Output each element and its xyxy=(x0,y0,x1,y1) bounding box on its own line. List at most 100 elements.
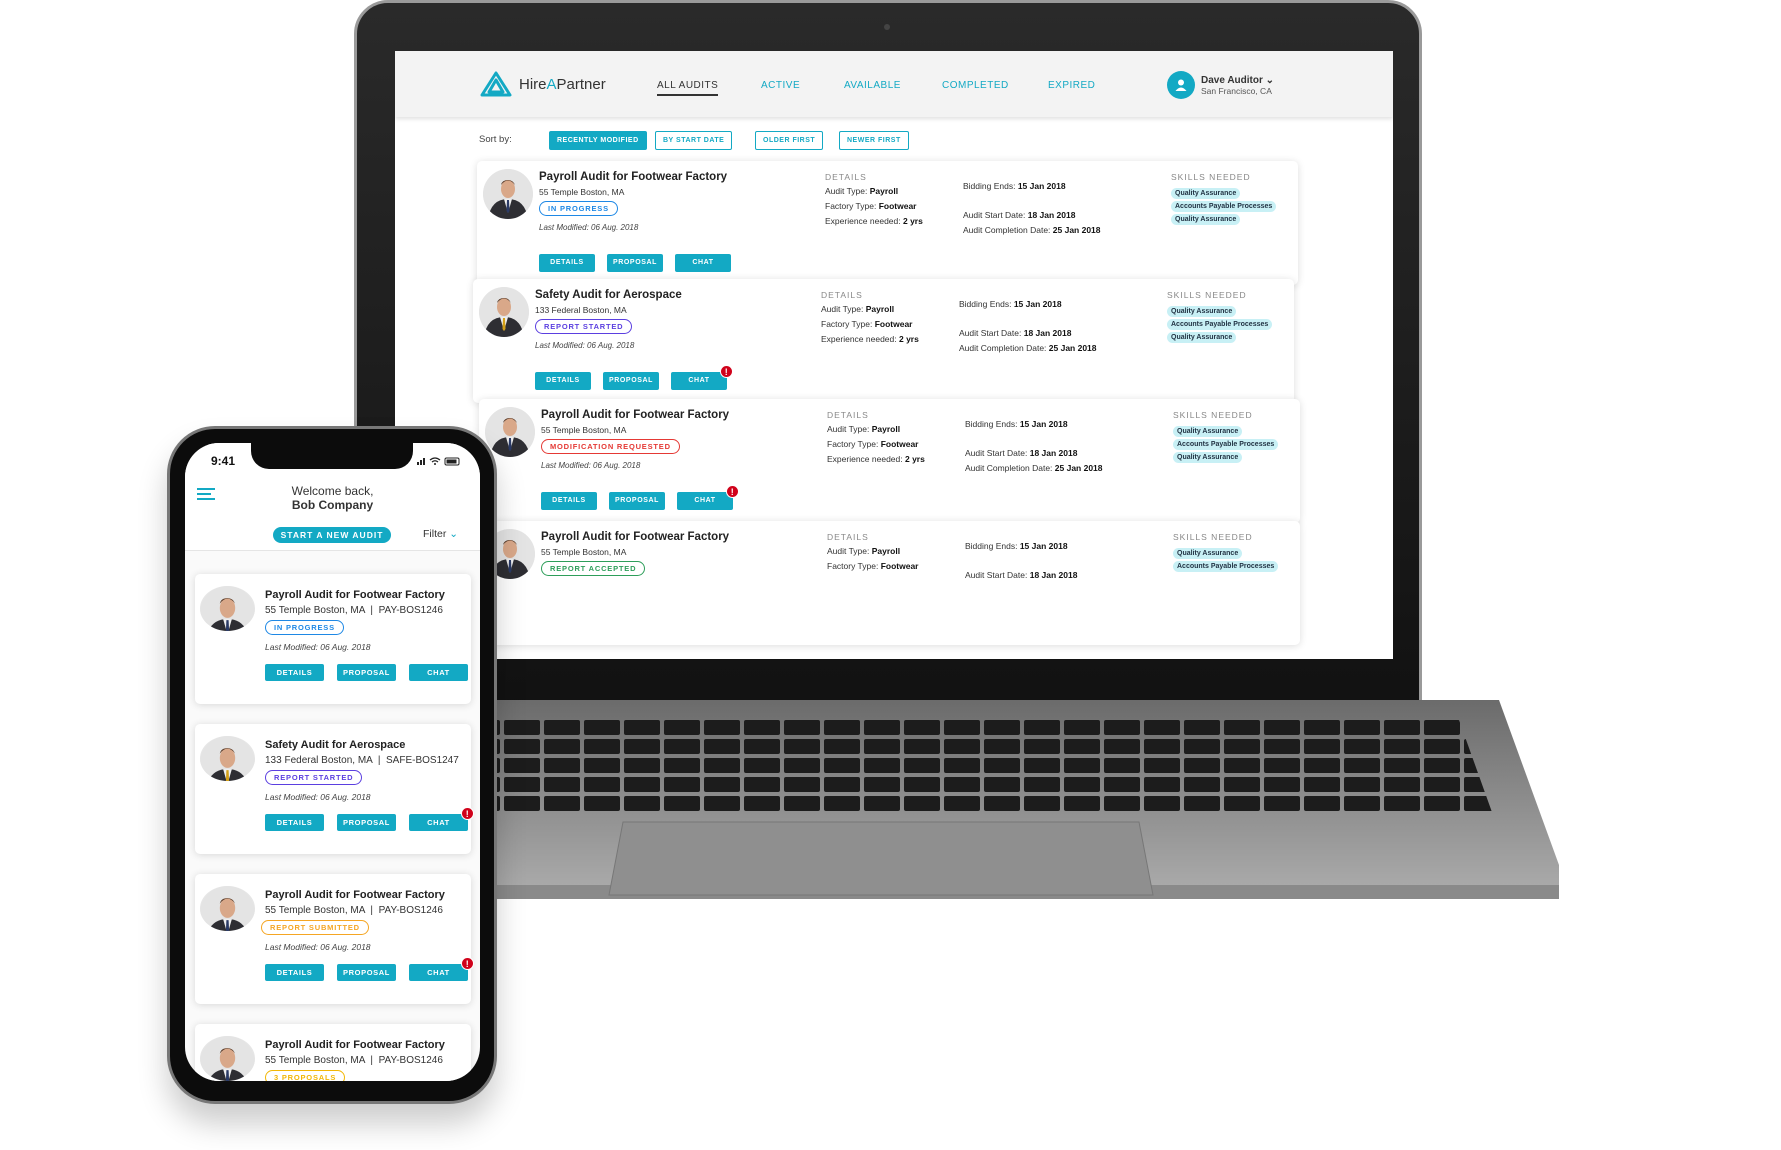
brand-logo[interactable]: HireAPartner xyxy=(479,71,606,97)
chat-button[interactable]: CHAT! xyxy=(677,485,739,510)
skill-tag: Quality Assurance xyxy=(1167,332,1237,343)
tab-active[interactable]: ACTIVE xyxy=(761,80,800,91)
start-new-audit-button[interactable]: START A NEW AUDIT xyxy=(273,527,391,543)
chat-button[interactable]: CHAT xyxy=(675,254,731,272)
chevron-down-icon: ⌄ xyxy=(449,528,459,540)
status-badge: 3 PROPOSALS xyxy=(265,1070,346,1081)
hamburger-menu-icon[interactable] xyxy=(197,488,217,501)
top-nav-bar: HireAPartner ALL AUDITS ACTIVE AVAILABLE… xyxy=(395,51,1393,117)
proposal-button[interactable]: PROPOSAL xyxy=(609,492,665,510)
details-button[interactable]: DETAILS xyxy=(539,254,595,272)
proposal-button[interactable]: PROPOSAL xyxy=(603,372,659,390)
proposal-button[interactable]: PROPOSAL xyxy=(337,964,396,981)
details-button[interactable]: DETAILS xyxy=(535,372,591,390)
detail-bidding-ends: Bidding Ends: 15 Jan 2018 xyxy=(959,299,1062,309)
tab-expired[interactable]: EXPIRED xyxy=(1048,80,1095,91)
sort-recently-modified[interactable]: RECENTLY MODIFIED xyxy=(549,131,647,150)
status-badge: REPORT ACCEPTED xyxy=(541,561,646,576)
audit-title[interactable]: Payroll Audit for Footwear Factory xyxy=(541,409,729,421)
skills-heading: SKILLS NEEDED xyxy=(1173,410,1253,420)
audit-title[interactable]: Payroll Audit for Footwear Factory xyxy=(265,889,445,901)
audit-address: 55 Temple Boston, MA | PAY-BOS1246 xyxy=(265,1055,443,1066)
laptop-screen: HireAPartner ALL AUDITS ACTIVE AVAILABLE… xyxy=(395,51,1393,659)
skill-tag: Accounts Payable Processes xyxy=(1173,439,1279,450)
audit-address: 55 Temple Boston, MA xyxy=(539,187,625,197)
auditor-avatar xyxy=(200,886,255,931)
filter-dropdown[interactable]: Filter ⌄ xyxy=(423,528,458,540)
chat-button[interactable]: CHAT xyxy=(409,664,468,681)
proposal-button[interactable]: PROPOSAL xyxy=(607,254,663,272)
status-icons xyxy=(417,457,460,466)
auditor-avatar xyxy=(200,1036,255,1081)
skill-tag: Quality Assurance xyxy=(1171,188,1241,199)
audit-title[interactable]: Payroll Audit for Footwear Factory xyxy=(539,171,727,183)
phone-notch xyxy=(251,443,413,469)
detail-bidding-ends: Bidding Ends: 15 Jan 2018 xyxy=(963,181,1066,191)
proposal-button[interactable]: PROPOSAL xyxy=(337,814,396,831)
audit-title[interactable]: Payroll Audit for Footwear Factory xyxy=(265,1039,445,1051)
sort-older-first[interactable]: OLDER FIRST xyxy=(755,131,824,150)
detail-experience: Experience needed: 2 yrs xyxy=(827,454,925,464)
auditor-avatar xyxy=(479,287,529,337)
chat-button[interactable]: CHAT! xyxy=(671,365,733,390)
audit-address: 55 Temple Boston, MA | PAY-BOS1246 xyxy=(265,905,443,916)
audit-address: 133 Federal Boston, MA xyxy=(535,305,627,315)
user-name: Dave Auditor xyxy=(1201,74,1263,86)
chat-button[interactable]: CHAT! xyxy=(409,957,474,981)
status-badge: IN PROGRESS xyxy=(265,620,344,635)
audit-title[interactable]: Safety Audit for Aerospace xyxy=(265,739,405,751)
details-button[interactable]: DETAILS xyxy=(265,814,324,831)
auditor-avatar xyxy=(485,407,535,457)
skills-heading: SKILLS NEEDED xyxy=(1173,532,1253,542)
skill-tag: Quality Assurance xyxy=(1167,306,1237,317)
company-name: Bob Company xyxy=(291,498,374,512)
status-badge: REPORT STARTED xyxy=(265,770,363,785)
proposal-button[interactable]: PROPOSAL xyxy=(337,664,396,681)
auditor-avatar xyxy=(200,586,255,631)
tab-available[interactable]: AVAILABLE xyxy=(844,80,901,91)
detail-completion-date: Audit Completion Date: 25 Jan 2018 xyxy=(965,463,1103,473)
detail-completion-date: Audit Completion Date: 25 Jan 2018 xyxy=(959,343,1097,353)
audit-address: 133 Federal Boston, MA | SAFE-BOS1247 xyxy=(265,755,459,766)
skills-heading: SKILLS NEEDED xyxy=(1167,290,1247,300)
details-heading: DETAILS xyxy=(825,172,867,182)
hireapartner-logo-icon xyxy=(480,71,512,97)
status-badge: REPORT STARTED xyxy=(535,319,633,334)
audit-title[interactable]: Safety Audit for Aerospace xyxy=(535,289,682,301)
details-button[interactable]: DETAILS xyxy=(265,964,324,981)
brand-name: HireAPartner xyxy=(519,75,606,93)
alert-icon: ! xyxy=(461,957,474,970)
detail-start-date: Audit Start Date: 18 Jan 2018 xyxy=(963,210,1076,220)
audit-card: Payroll Audit for Footwear Factory 55 Te… xyxy=(477,161,1298,285)
details-heading: DETAILS xyxy=(827,532,869,542)
sort-by-start-date[interactable]: BY START DATE xyxy=(655,131,733,150)
details-button[interactable]: DETAILS xyxy=(541,492,597,510)
chat-button[interactable]: CHAT! xyxy=(409,807,474,831)
tab-all-audits[interactable]: ALL AUDITS xyxy=(657,80,719,96)
status-badge: REPORT SUBMITTED xyxy=(261,920,369,935)
audit-title[interactable]: Payroll Audit for Footwear Factory xyxy=(265,589,445,601)
audit-title[interactable]: Payroll Audit for Footwear Factory xyxy=(541,531,729,543)
skill-tag: Quality Assurance xyxy=(1173,426,1243,437)
detail-audit-type: Audit Type: Payroll xyxy=(827,424,901,434)
tab-completed[interactable]: COMPLETED xyxy=(942,80,1009,91)
sort-newer-first[interactable]: NEWER FIRST xyxy=(839,131,909,150)
phone-screen: 9:41 Welcome back, Bob Company START A NE… xyxy=(185,443,480,1081)
details-button[interactable]: DETAILS xyxy=(265,664,324,681)
chevron-down-icon: ⌄ xyxy=(1265,74,1275,86)
detail-completion-date: Audit Completion Date: 25 Jan 2018 xyxy=(963,225,1101,235)
last-modified: Last Modified: 06 Aug. 2018 xyxy=(265,942,371,952)
audit-card: Payroll Audit for Footwear Factory 55 Te… xyxy=(195,874,474,1004)
laptop-camera xyxy=(884,24,890,30)
user-menu[interactable]: Dave Auditor ⌄ San Francisco, CA xyxy=(1167,71,1274,99)
alert-icon: ! xyxy=(726,485,739,498)
sort-label: Sort by: xyxy=(479,134,512,145)
status-badge: IN PROGRESS xyxy=(539,201,618,216)
laptop-keyboard xyxy=(343,700,1559,899)
user-location: San Francisco, CA xyxy=(1201,85,1272,96)
alert-icon: ! xyxy=(461,807,474,820)
last-modified: Last Modified: 06 Aug. 2018 xyxy=(539,223,639,232)
skill-tag: Quality Assurance xyxy=(1173,548,1243,559)
user-icon xyxy=(1167,71,1195,99)
detail-start-date: Audit Start Date: 18 Jan 2018 xyxy=(965,570,1078,580)
